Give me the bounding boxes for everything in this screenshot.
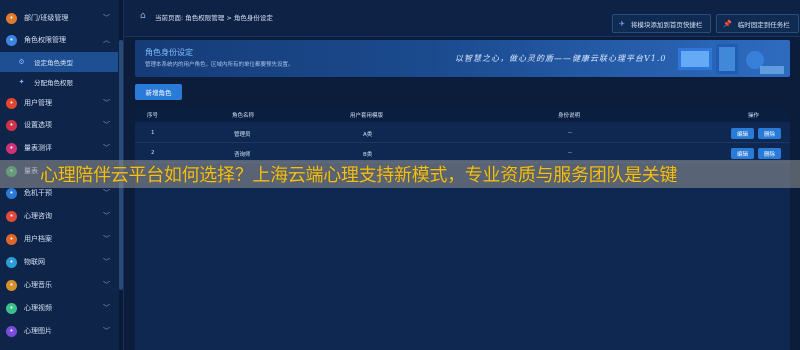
key-icon: • [6,34,17,46]
cell-desc: -- [568,130,572,136]
sidebar-item-4[interactable]: • 量表测评 ﹀ [0,137,118,159]
edit-button[interactable]: 编辑 [731,128,754,139]
network-icon: • [6,256,17,268]
gear-icon: • [6,119,17,131]
chevron-down-icon: ﹀ [103,144,110,152]
add-role-button[interactable]: 新增角色 [135,84,182,100]
col-header-name: 角色名称 [232,113,255,119]
sidebar-item-0[interactable]: • 部门/班级管理 ﹀ [0,7,118,29]
puzzle-icon: ✦ [18,78,25,86]
sidebar-item-label: 物联网 [24,258,45,266]
table-row [135,142,790,143]
chevron-down-icon: ﹀ [103,14,110,22]
sidebar-item-2[interactable]: • 用户管理 ﹀ [0,92,118,114]
chevron-down-icon: ﹀ [103,304,110,312]
pin-taskbar-label: 临时固定到任务栏 [737,20,790,29]
cell-index: 2 [151,150,155,156]
delete-button[interactable]: 删除 [758,128,781,139]
sidebar-item-11[interactable]: • 心理视频 ﹀ [0,297,118,319]
cell-template: A类 [363,132,373,138]
sidebar-subitem-label: 分配角色权限 [34,79,73,87]
chevron-down-icon: ﹀ [103,121,110,129]
sidebar-item-label: 设置选项 [24,121,52,129]
cell-desc: -- [568,150,572,156]
sidebar-item-3[interactable]: • 设置选项 ﹀ [0,114,118,136]
chat-icon: • [6,210,17,222]
clipboard-icon: • [6,142,17,154]
breadcrumb: 当前页面: 角色权限管理 > 角色身份设定 [155,14,273,22]
sidebar-item-1[interactable]: • 角色权限管理 ︿ [0,29,118,51]
cell-index: 1 [151,130,155,136]
chevron-down-icon: ﹀ [103,281,110,289]
col-header-template: 用户套用模版 [350,113,384,119]
chevron-down-icon: ﹀ [103,327,110,335]
banner-illustration [678,44,784,74]
settings-icon: ⚙ [18,58,25,66]
cell-template: B类 [363,152,373,158]
sidebar-subitem-label: 设定角色类型 [34,59,73,67]
delete-button[interactable]: 删除 [758,148,781,159]
sidebar-item-label: 心理咨询 [24,212,52,220]
pin-module-label: 将模块添加到首页快捷栏 [630,20,703,29]
cell-name: 咨询师 [234,152,251,158]
pin-icon: 📌 [723,19,732,28]
alert-icon: • [6,187,17,199]
folder-icon: • [6,233,17,245]
sidebar-item-label: 危机干预 [24,189,52,197]
chevron-down-icon: ﹀ [103,235,110,243]
sidebar-item-label: 角色权限管理 [24,36,66,44]
page-title: 角色身份设定 [145,48,193,57]
chevron-down-icon: ﹀ [103,212,110,220]
sidebar-item-label: 心理音乐 [24,281,52,289]
caption-text: 心理陪伴云平台如何选择？上海云端心理支持新模式，专业资质与服务团队是关键 [40,165,678,186]
sidebar-item-7[interactable]: • 心理咨询 ﹀ [0,205,118,227]
sidebar-item-label: 心理图片 [24,327,52,335]
chevron-up-icon: ︿ [103,36,110,44]
roles-table [135,108,790,350]
col-header-desc: 身份说明 [558,113,581,119]
sidebar-item-label: 用户管理 [24,99,52,107]
cell-name: 管理员 [234,132,251,138]
music-icon: • [6,279,17,291]
sidebar-item-8[interactable]: • 用户档案 ﹀ [0,228,118,250]
chevron-down-icon: ﹀ [103,258,110,266]
pin-taskbar-button[interactable]: 📌 临时固定到任务栏 [716,14,799,33]
col-header-index: 序号 [147,113,159,119]
sidebar-item-label: 部门/班级管理 [24,14,69,22]
chevron-down-icon: ﹀ [103,99,110,107]
sidebar-subitem-0[interactable]: ⚙ 设定角色类型 [0,52,118,72]
user-icon: • [6,97,17,109]
sidebar-item-12[interactable]: • 心理图片 ﹀ [0,320,118,342]
home-icon[interactable]: ⌂ [140,11,150,21]
sidebar-item-label: 心理视频 [24,304,52,312]
sidebar-item-label: 量表测评 [24,144,52,152]
edit-button[interactable]: 编辑 [731,148,754,159]
sidebar-item-9[interactable]: • 物联网 ﹀ [0,251,118,273]
page-description: 管理本系统内的用户角色，区域内所有的单位都要预先设置。 [145,62,294,68]
sidebar-subitem-1[interactable]: ✦ 分配角色权限 [0,72,118,92]
pin-module-button[interactable]: ✈ 将模块添加到首页快捷栏 [612,14,712,33]
chevron-down-icon: ﹀ [103,189,110,197]
pin-icon: ✈ [619,19,625,28]
banner-slogan: 以智慧之心，做心灵的盾——健康云联心理平台V1.0 [455,54,667,63]
sidebar-item-label: 用户档案 [24,235,52,243]
sidebar-item-10[interactable]: • 心理音乐 ﹀ [0,274,118,296]
video-icon: • [6,302,17,314]
building-icon: • [6,12,17,24]
col-header-actions: 操作 [748,113,760,119]
image-icon: • [6,325,17,337]
